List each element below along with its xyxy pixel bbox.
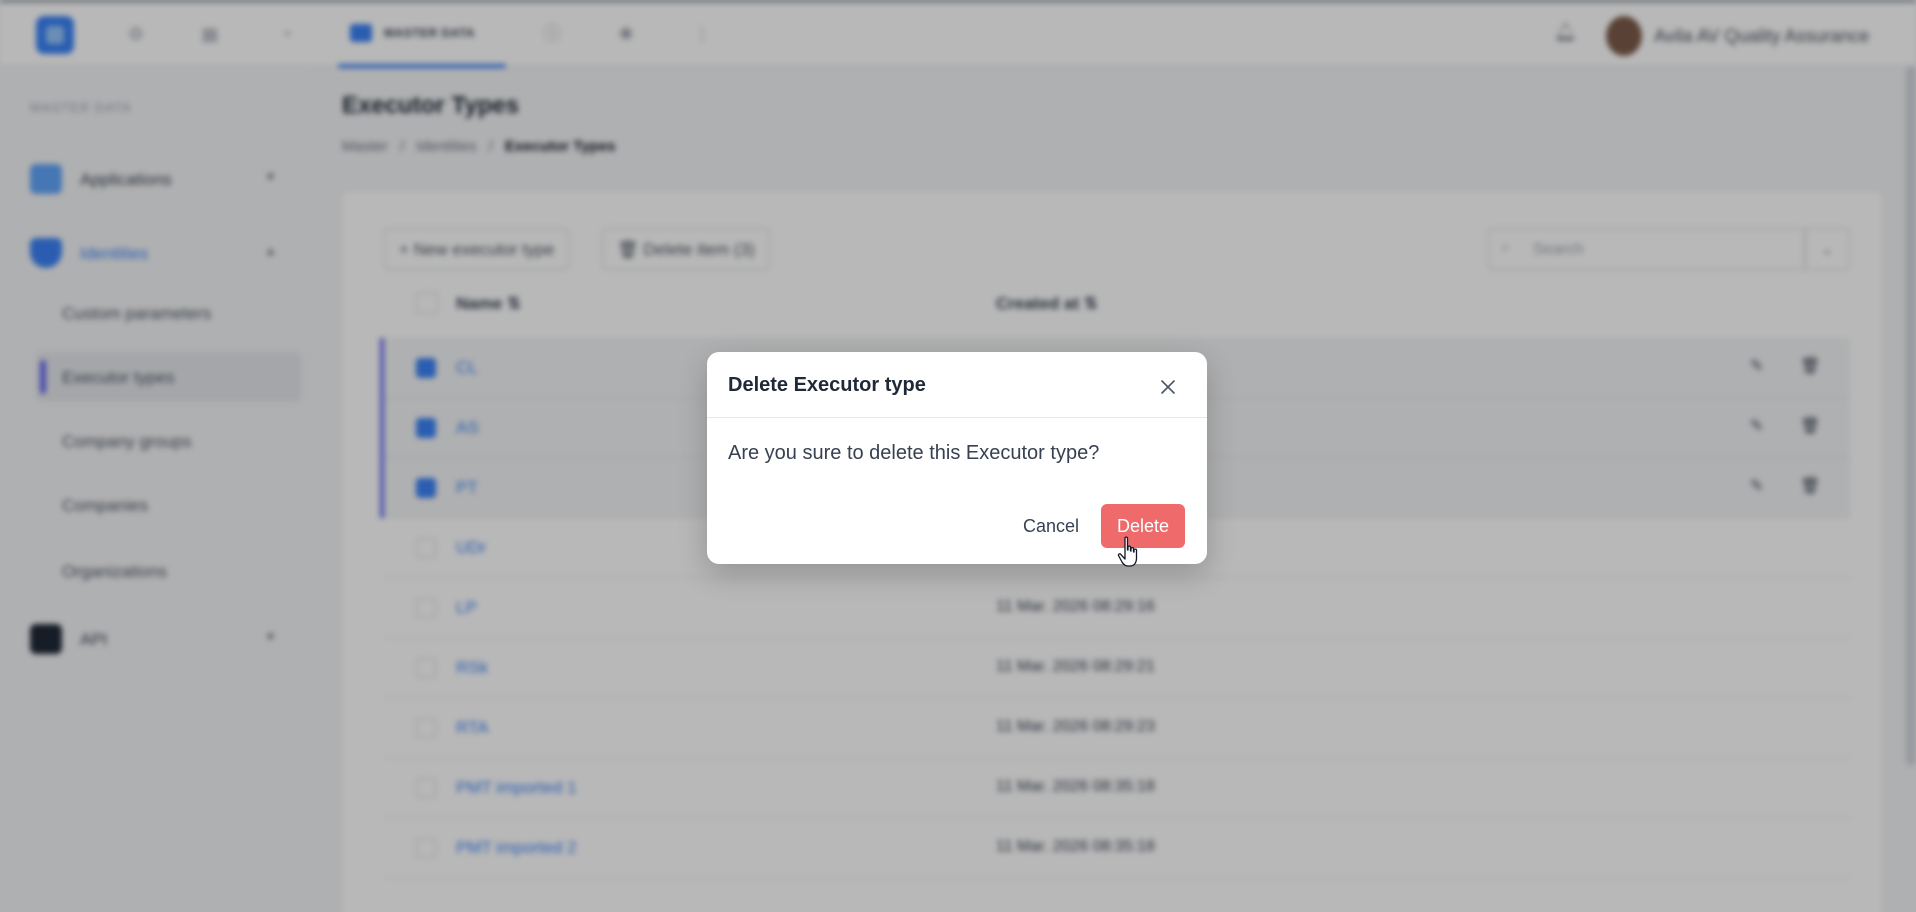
close-button[interactable] [1153, 372, 1183, 402]
dialog-message: Are you sure to delete this Executor typ… [728, 442, 1100, 464]
hand-pointer-cursor-icon [1117, 536, 1138, 567]
dialog-title: Delete Executor type [728, 374, 926, 396]
delete-confirmation-dialog: Delete Executor type Are you sure to del… [707, 352, 1207, 564]
dialog-header: Delete Executor type [707, 352, 1207, 418]
delete-button[interactable]: Delete [1101, 504, 1185, 548]
cancel-button[interactable]: Cancel [1013, 504, 1089, 548]
close-icon [1161, 380, 1175, 394]
